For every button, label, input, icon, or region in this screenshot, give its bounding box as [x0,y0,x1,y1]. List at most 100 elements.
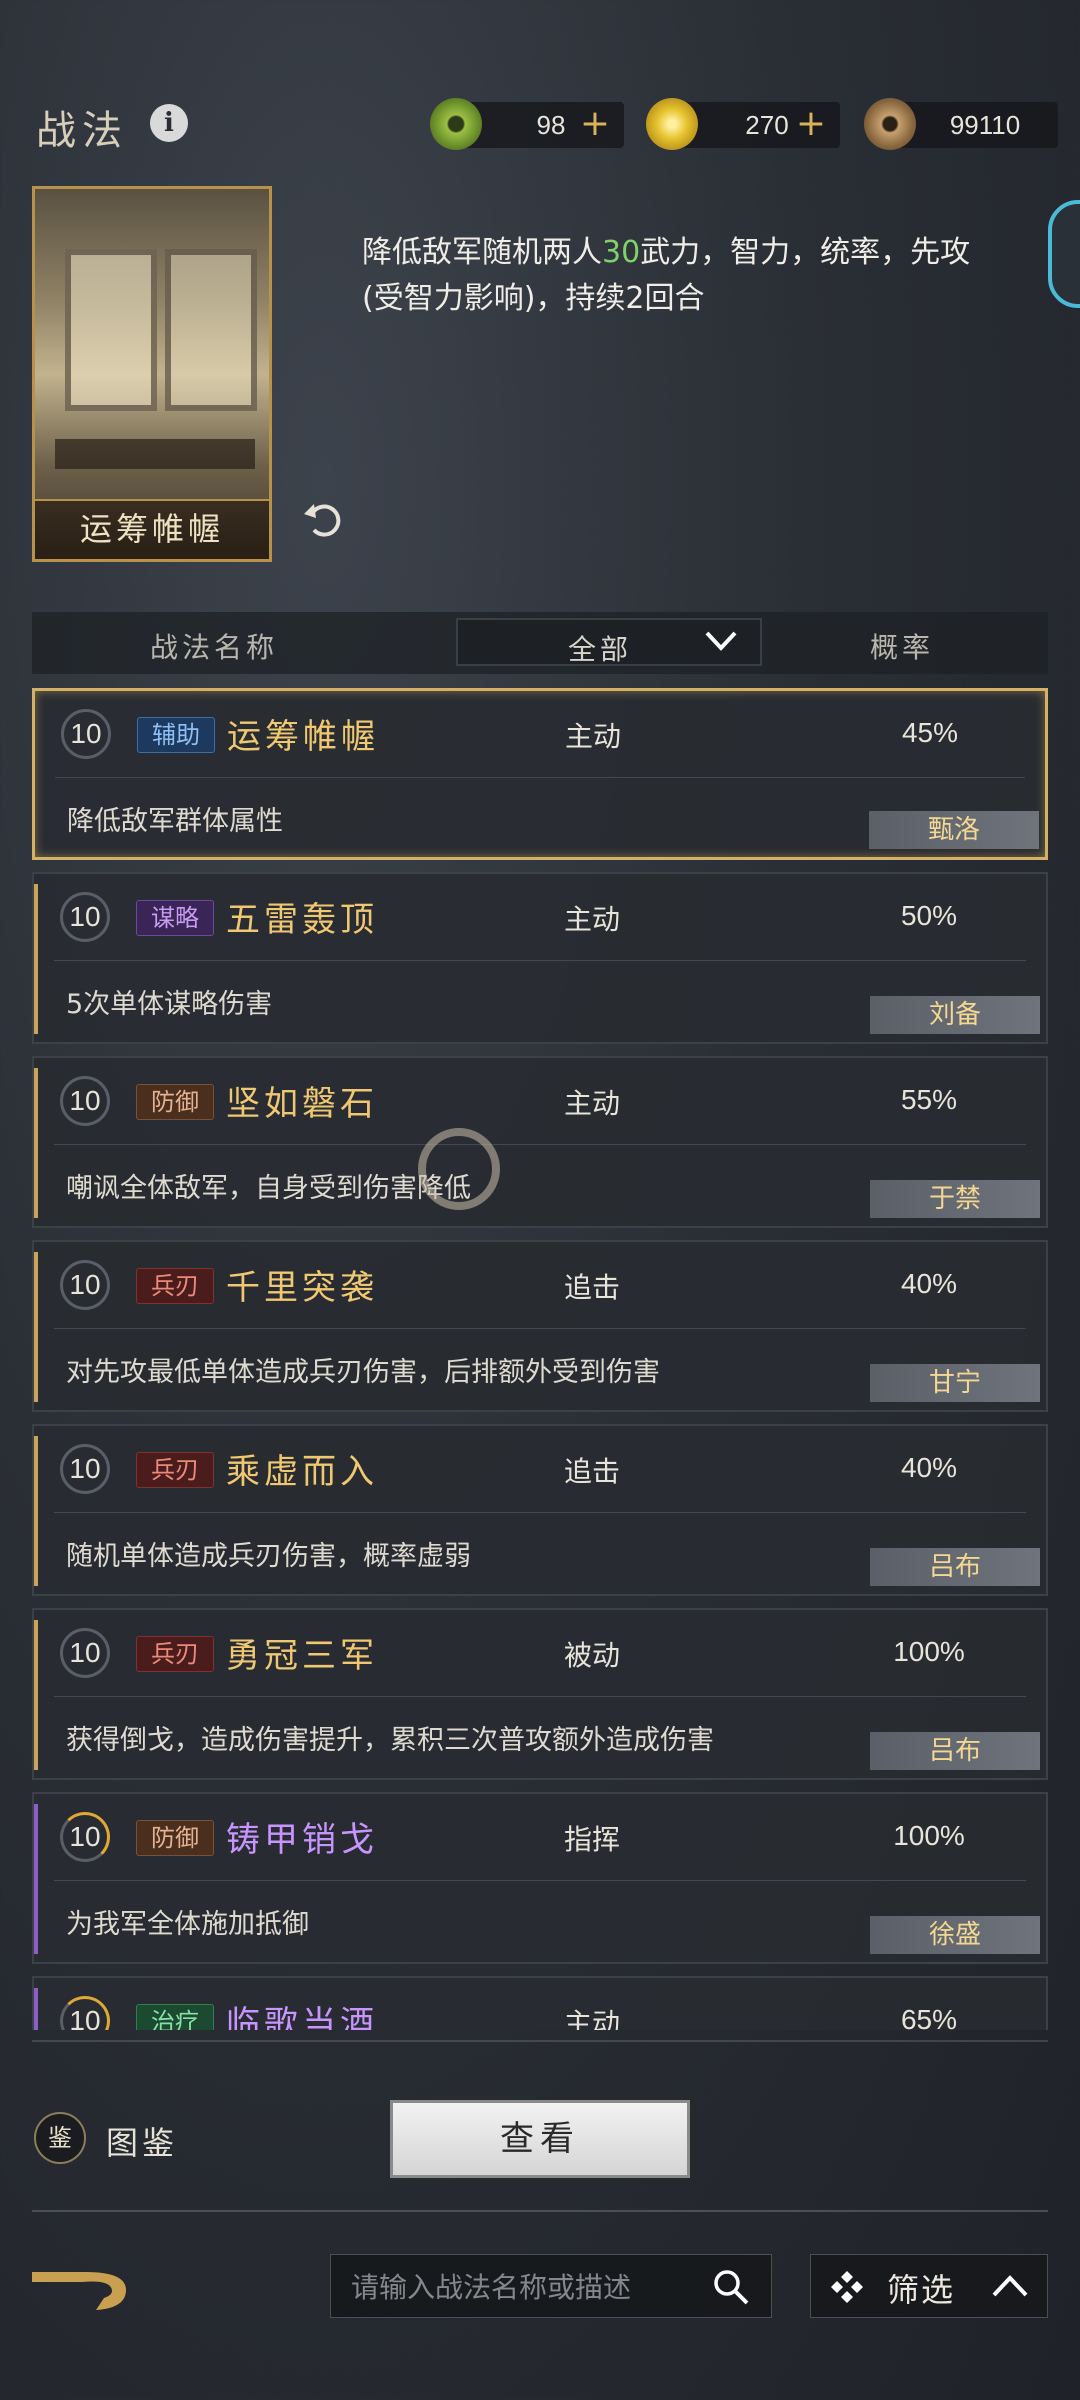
skill-summary: 5次单体谋略伤害 [66,989,273,1020]
skill-rate: 100% [893,1636,965,1667]
skill-type: 追击 [564,1271,621,1304]
skill-row[interactable]: 10 防御 铸甲销戈 指挥 100% 为我军全体施加抵御 徐盛 [32,1792,1048,1964]
side-tab[interactable] [1048,200,1080,308]
skill-row[interactable]: 10 谋略 五雷轰顶 主动 50% 5次单体谋略伤害 刘备 [32,872,1048,1044]
row-divider [54,1144,1026,1145]
skill-summary: 为我军全体施加抵御 [66,1909,309,1940]
search-box[interactable] [330,2254,772,2319]
skill-rate: 40% [900,1452,958,1483]
skill-type: 主动 [564,2007,621,2030]
skill-name: 乘虚而入 [226,1452,378,1492]
skill-summary: 降低敌军群体属性 [67,806,283,837]
skill-name: 临歌当酒 [226,2004,378,2030]
currency-copper-value: 99110 [949,110,1021,140]
back-arrow-icon[interactable] [26,2258,136,2318]
skill-owner-badge[interactable]: 吕布 [870,1732,1040,1770]
skill-owner-badge[interactable]: 吕布 [870,1548,1040,1586]
skill-type: 被动 [564,1639,621,1672]
skill-rate: 65% [900,2004,958,2030]
skill-type: 主动 [565,720,622,753]
skill-name: 运筹帷幄 [227,717,379,757]
divider [32,2040,1048,2042]
filter-icon [831,2271,863,2303]
skill-category-tag: 兵刃 [136,1452,214,1488]
row-divider [55,777,1025,778]
skill-summary: 获得倒戈，造成伤害提升，累积三次普攻额外造成伤害 [66,1725,714,1756]
skill-category-tag: 辅助 [137,717,215,753]
skill-category-tag: 兵刃 [136,1636,214,1672]
type-filter-value: 全部 [568,633,633,666]
skill-summary: 随机单体造成兵刃伤害，概率虚弱 [66,1541,471,1572]
skill-name: 坚如磐石 [226,1084,378,1124]
quality-accent [34,884,38,1034]
skill-row[interactable]: 10 辅助 运筹帷幄 主动 45% 降低敌军群体属性 甄洛 [32,688,1048,860]
skill-type: 追击 [564,1455,621,1488]
skill-card-name: 运筹帷幄 [35,499,269,559]
codex-button-label[interactable]: 图鉴 [106,2118,178,2164]
skill-owner-badge[interactable]: 于禁 [870,1180,1040,1218]
info-icon[interactable]: i [150,104,188,142]
row-divider [54,1696,1026,1697]
skill-owner-badge[interactable]: 刘备 [870,996,1040,1034]
quality-accent [34,1804,38,1954]
skill-owner-badge[interactable]: 徐盛 [870,1916,1040,1954]
row-divider [54,1512,1026,1513]
search-icon[interactable] [711,2267,751,2307]
filter-label: 筛选 [887,2271,956,2309]
search-input[interactable] [349,2255,693,2319]
skill-summary: 对先攻最低单体造成兵刃伤害，后排额外受到伤害 [66,1357,660,1388]
skill-rate: 100% [893,1820,965,1851]
skill-row[interactable]: 10 兵刃 千里突袭 追击 40% 对先攻最低单体造成兵刃伤害，后排额外受到伤害 甘宁 [32,1240,1048,1412]
quality-accent [34,1252,38,1402]
row-divider [54,960,1026,961]
add-jade-button[interactable]: + [580,102,610,146]
column-header-name: 战法名称 [150,631,279,664]
skill-list[interactable]: 10 辅助 运筹帷幄 主动 45% 降低敌军群体属性 甄洛 10 谋略 五雷轰顶 主动 50% 5次单体… [32,688,1048,2030]
refresh-icon[interactable] [300,496,346,542]
skill-category-tag: 治疗 [136,2004,214,2030]
filter-button[interactable]: 筛选 [810,2254,1048,2318]
skill-category-tag: 谋略 [136,900,214,936]
add-gold-button[interactable]: + [796,102,826,146]
skill-rate: 55% [900,1084,958,1115]
currency-copper: 99110 [864,98,1058,150]
quality-accent [34,1068,38,1218]
skill-card: 运筹帷幄 [32,186,272,562]
type-filter-dropdown[interactable]: 全部 [456,618,762,666]
skill-category-tag: 防御 [136,1084,214,1120]
skill-level: 10 [60,1444,110,1494]
currency-jade: 98 + [430,98,624,150]
skill-name: 铸甲销戈 [226,1820,378,1860]
currency-gold: 270 + [646,98,840,150]
skill-level: 10 [60,892,110,942]
skill-owner-badge[interactable]: 甘宁 [870,1364,1040,1402]
skill-row[interactable]: 10 防御 坚如磐石 主动 55% 嘲讽全体敌军，自身受到伤害降低 于禁 [32,1056,1048,1228]
skill-owner-badge[interactable]: 甄洛 [869,811,1039,849]
skill-level: 10 [60,1260,110,1310]
skill-row[interactable]: 10 治疗 临歌当酒 主动 65% [32,1976,1048,2030]
codex-icon[interactable]: 鉴 [34,2112,86,2164]
copper-coin-icon [864,98,916,150]
skill-name: 五雷轰顶 [226,900,378,940]
quality-accent [34,1620,38,1770]
quality-accent [34,1988,38,2030]
skill-type: 主动 [564,903,621,936]
skill-description: 降低敌军随机两人30武力，智力，统率，先攻(受智力影响)，持续2回合 [362,235,971,316]
jade-coin-icon [430,98,482,150]
skill-type: 指挥 [564,1823,621,1856]
skill-rate: 50% [900,900,958,931]
skill-name: 千里突袭 [226,1268,378,1308]
gold-coin-icon [646,98,698,150]
skill-level: 10 [60,1076,110,1126]
skill-description-highlight: 30 [602,235,641,270]
divider [32,2210,1048,2212]
skill-level: 10 [60,1812,110,1862]
touch-indicator [418,1128,500,1210]
view-button[interactable]: 查看 [390,2100,690,2178]
chevron-down-icon [705,631,737,651]
skill-rate: 40% [900,1268,958,1299]
skill-row[interactable]: 10 兵刃 乘虚而入 追击 40% 随机单体造成兵刃伤害，概率虚弱 吕布 [32,1424,1048,1596]
skill-row[interactable]: 10 兵刃 勇冠三军 被动 100% 获得倒戈，造成伤害提升，累积三次普攻额外造成伤害 吕布 [32,1608,1048,1780]
row-divider [54,1880,1026,1881]
row-divider [54,1328,1026,1329]
